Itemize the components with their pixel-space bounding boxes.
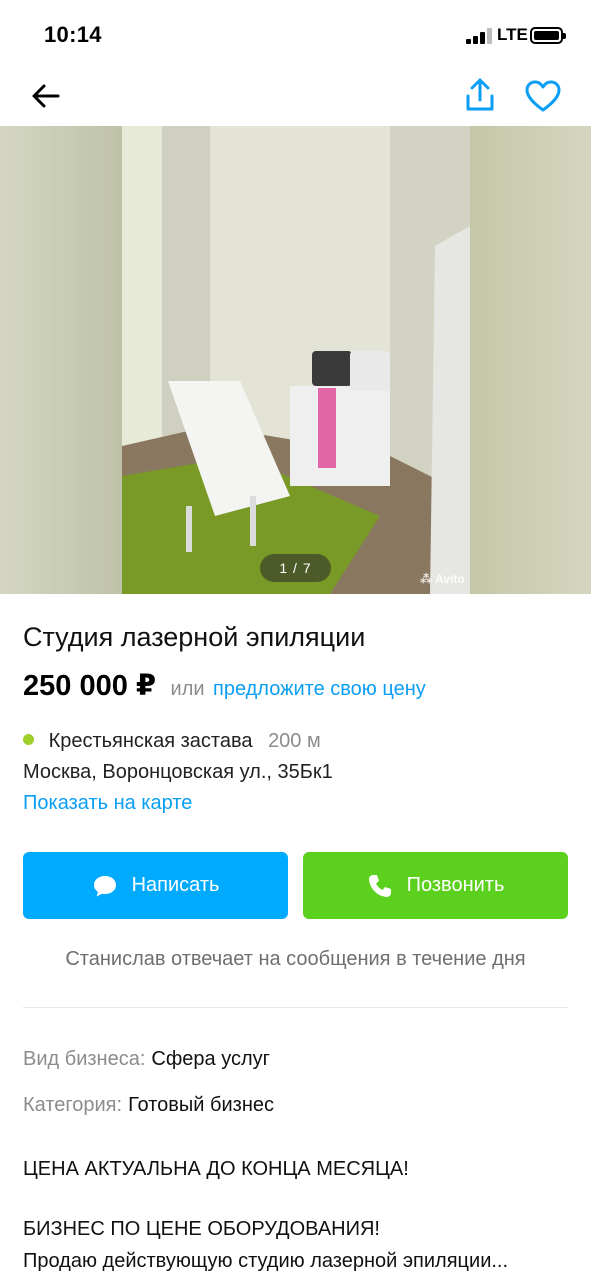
description-line: Продаю действующую студию лазерной эпиля… (23, 1250, 509, 1272)
param-business-type: Вид бизнеса: Сфера услуг (23, 1048, 270, 1071)
call-button[interactable]: Позвонить (303, 852, 568, 919)
write-message-button[interactable]: Написать (23, 852, 288, 919)
phone-icon (368, 874, 391, 897)
call-button-label: Позвонить (406, 874, 505, 896)
network-label: LTE (497, 25, 528, 44)
status-bar: 10:14 LTE (0, 0, 591, 70)
price: 250 000 ₽ (23, 670, 157, 702)
param-value: Сфера услуг (151, 1048, 270, 1070)
description-line: ЦЕНА АКТУАЛЬНА ДО КОНЦА МЕСЯЦА! (23, 1158, 409, 1180)
show-on-map-link[interactable]: Показать на карте (23, 792, 192, 815)
metro-distance: 200 м (268, 730, 321, 752)
address: Москва, Воронцовская ул., 35Бк1 (23, 761, 333, 783)
heart-icon[interactable] (524, 78, 562, 114)
divider (23, 1007, 568, 1008)
status-time: 10:14 (44, 22, 102, 47)
chat-bubble-icon (93, 875, 116, 896)
param-key: Вид бизнеса: (23, 1048, 146, 1070)
price-row: 250 000 ₽ или предложите свою цену (23, 668, 426, 703)
metro-row: Крестьянская застава 200 м (23, 730, 321, 753)
param-category: Категория: Готовый бизнес (23, 1094, 274, 1117)
metro-station: Крестьянская застава (48, 730, 253, 752)
price-or-label: или (170, 678, 205, 700)
seller-response-time: Станислав отвечает на сообщения в течени… (65, 948, 526, 970)
description-line: БИЗНЕС ПО ЦЕНЕ ОБОРУДОВАНИЯ! (23, 1218, 380, 1240)
signal-icon (466, 28, 494, 44)
offer-price-link[interactable]: предложите свою цену (213, 678, 426, 700)
photo-image (0, 126, 591, 594)
listing-title: Студия лазерной эпиляции (23, 622, 366, 652)
param-key: Категория: (23, 1094, 123, 1116)
write-button-label: Написать (131, 874, 220, 896)
photo-counter: 1 / 7 (260, 554, 331, 582)
avito-watermark: ⁂ Avito (420, 572, 465, 586)
share-icon[interactable] (462, 76, 498, 114)
nav-bar (0, 70, 591, 126)
arrow-left-icon[interactable] (28, 78, 64, 114)
metro-line-dot (23, 734, 34, 745)
listing-photo[interactable]: 1 / 7 ⁂ Avito (0, 126, 591, 594)
param-value: Готовый бизнес (128, 1094, 274, 1116)
battery-icon (530, 27, 566, 44)
